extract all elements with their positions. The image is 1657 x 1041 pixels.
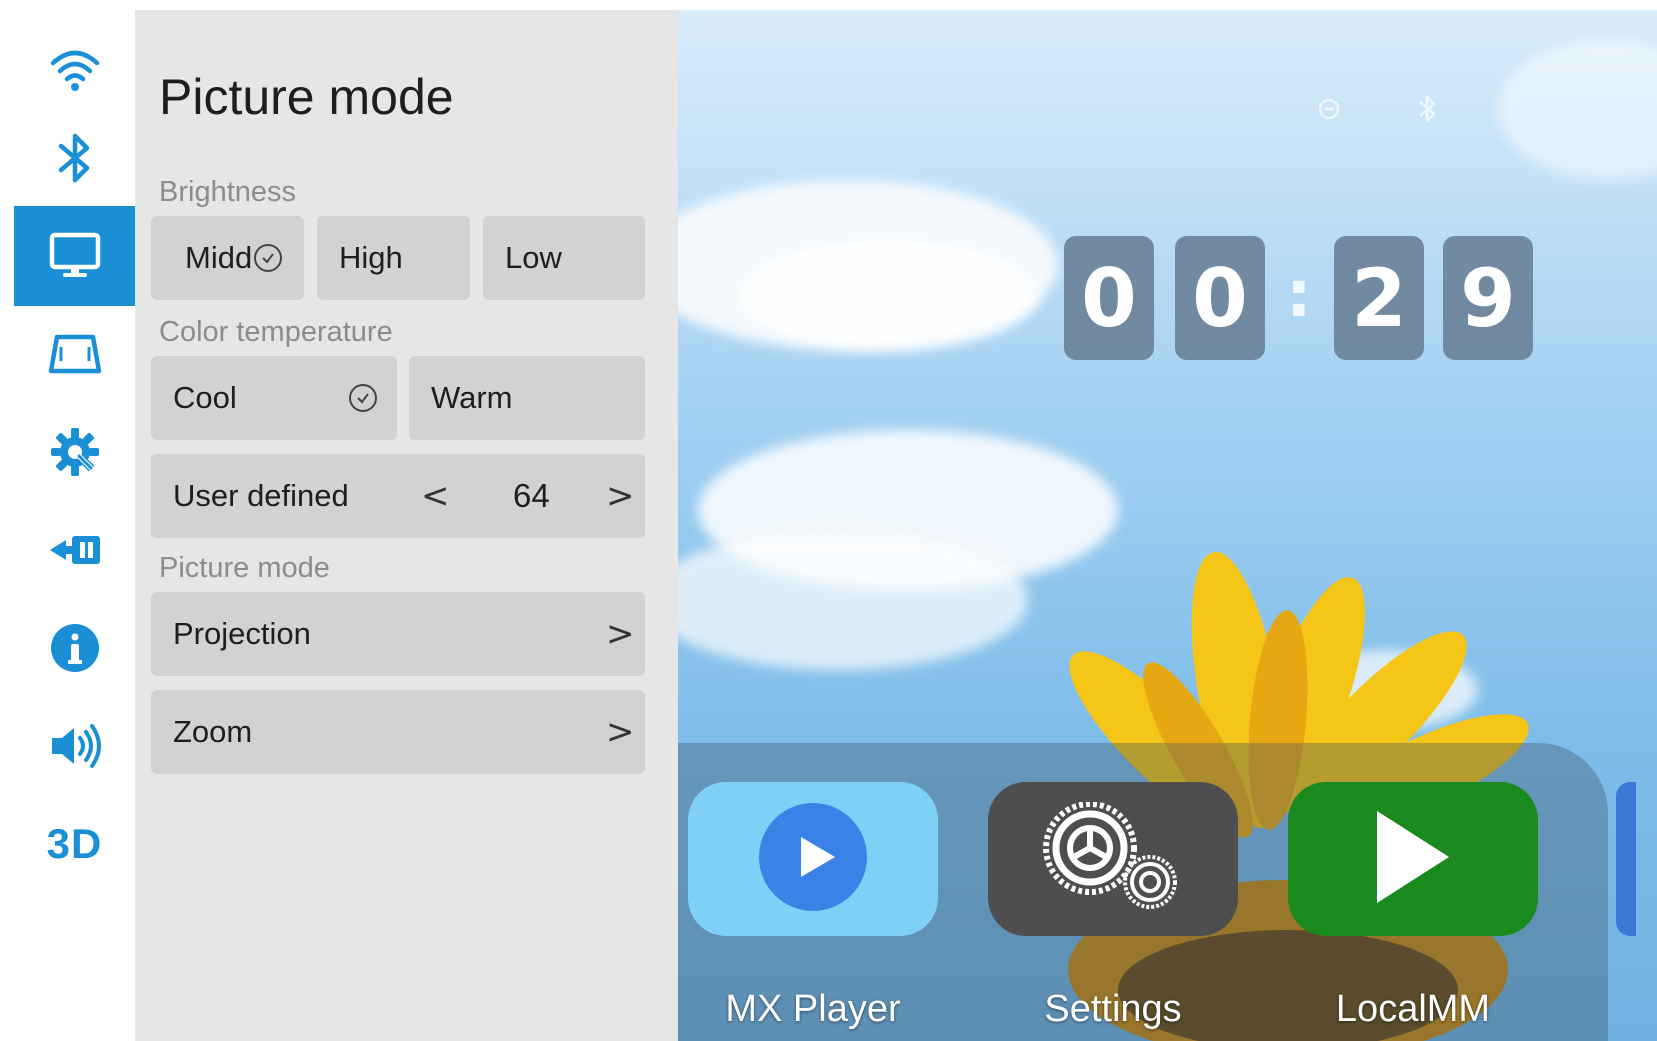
brightness-option-label: Low xyxy=(505,240,562,275)
sidebar-item-info[interactable] xyxy=(14,598,135,698)
sidebar-item-advanced-settings[interactable] xyxy=(14,402,135,502)
clock-digit: 2 xyxy=(1334,236,1424,360)
user-defined-value: 64 xyxy=(513,477,550,514)
home-screen: 0 0 : 2 9 MX Player Settings LocalMM xyxy=(678,10,1657,1041)
3d-icon: 3D xyxy=(46,820,103,867)
chevron-right-icon: > xyxy=(606,712,635,752)
settings-panel: Picture mode Brightness Midd High Low Co… xyxy=(135,10,678,1041)
gear-wrench-icon xyxy=(48,425,102,479)
color-temperature-label: Color temperature xyxy=(159,316,393,348)
sidebar-item-keystone[interactable] xyxy=(14,304,135,404)
app-localmm[interactable] xyxy=(1288,782,1538,936)
page-title: Picture mode xyxy=(159,69,454,125)
wifi-icon xyxy=(50,47,100,93)
speaker-icon xyxy=(48,722,102,770)
app-mx-player[interactable] xyxy=(688,782,938,936)
zoom-row[interactable]: Zoom > xyxy=(151,690,645,774)
sidebar-item-audio[interactable] xyxy=(14,696,135,796)
cloud xyxy=(1498,40,1657,180)
picture-mode-label: Picture mode xyxy=(159,552,330,584)
brightness-option-label: High xyxy=(339,240,403,275)
clock-separator: : xyxy=(1286,258,1312,332)
play-icon xyxy=(1373,807,1453,912)
color-temp-option-cool[interactable]: Cool xyxy=(151,356,397,440)
app-label: LocalMM xyxy=(1335,988,1491,1030)
projection-row[interactable]: Projection > xyxy=(151,592,645,676)
keystone-icon xyxy=(48,333,102,375)
color-temp-option-warm[interactable]: Warm xyxy=(409,356,645,440)
app-partial-tile[interactable] xyxy=(1616,782,1636,936)
user-defined-label: User defined xyxy=(173,478,349,513)
user-defined-row[interactable]: User defined < 64 > xyxy=(151,454,645,538)
sidebar-item-wifi[interactable] xyxy=(14,20,135,120)
brightness-option-high[interactable]: High xyxy=(317,216,470,300)
sidebar-item-bluetooth[interactable] xyxy=(14,108,135,208)
brightness-option-label: Midd xyxy=(185,240,253,275)
app-label: Settings xyxy=(1044,988,1182,1030)
clock-digit: 0 xyxy=(1064,236,1154,360)
brightness-label: Brightness xyxy=(159,176,297,208)
screen: 3D Picture mode Brightness Midd High Low… xyxy=(14,10,1657,1041)
play-icon xyxy=(759,802,867,916)
brightness-option-low[interactable]: Low xyxy=(483,216,645,300)
gears-icon xyxy=(1038,800,1188,917)
sidebar: 3D xyxy=(14,10,135,1041)
input-source-icon xyxy=(48,530,102,570)
bluetooth-status-icon xyxy=(1416,94,1438,131)
app-label: MX Player xyxy=(725,988,901,1030)
chevron-right-icon[interactable]: > xyxy=(606,476,635,516)
check-icon xyxy=(254,244,283,272)
sidebar-item-display[interactable] xyxy=(14,206,135,306)
clock-digit: 9 xyxy=(1443,236,1533,360)
color-temp-option-label: Warm xyxy=(431,380,513,415)
info-icon xyxy=(49,622,101,674)
check-icon xyxy=(349,384,377,412)
projection-label: Projection xyxy=(173,616,311,651)
chevron-left-icon[interactable]: < xyxy=(421,476,450,516)
brightness-option-middle[interactable]: Midd xyxy=(151,216,304,300)
sidebar-item-input-source[interactable] xyxy=(14,500,135,600)
sidebar-item-3d[interactable]: 3D xyxy=(14,794,135,894)
cloud xyxy=(678,530,1028,670)
cloud xyxy=(738,240,1038,350)
zoom-label: Zoom xyxy=(173,714,253,749)
app-settings[interactable] xyxy=(988,782,1238,936)
color-temp-option-label: Cool xyxy=(173,380,237,415)
network-status-icon xyxy=(1318,96,1340,129)
clock-digit: 0 xyxy=(1175,236,1265,360)
bluetooth-icon xyxy=(55,132,95,184)
display-icon xyxy=(49,232,101,280)
chevron-right-icon: > xyxy=(606,614,635,654)
